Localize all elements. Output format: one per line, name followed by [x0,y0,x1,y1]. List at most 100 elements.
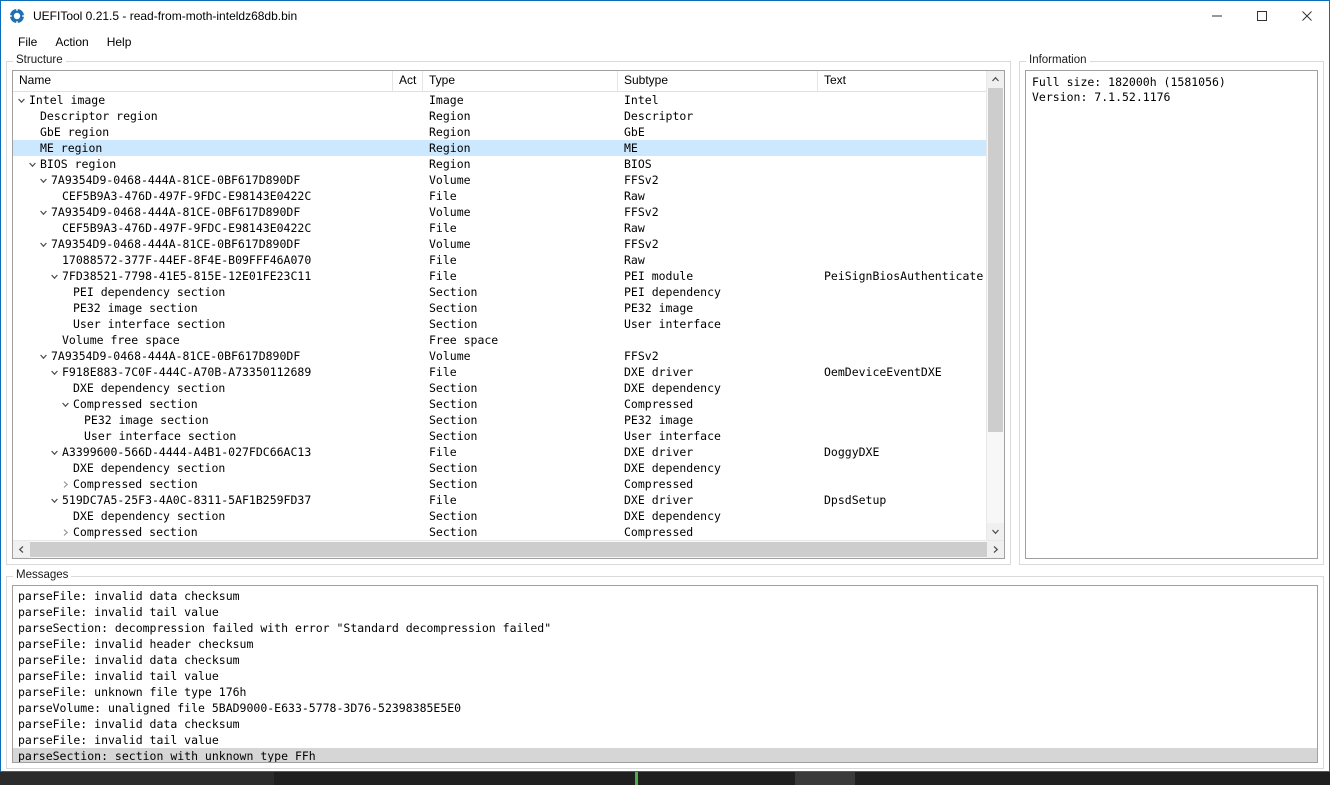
tree-vertical-scrollbar[interactable] [986,71,1004,540]
tree-row[interactable]: DXE dependency section Section DXE depende… [13,380,986,396]
information-textbox[interactable]: Full size: 182000h (1581056) Version: 7.1… [1025,70,1318,559]
tree-row-subtype-cell: Compressed [624,397,694,411]
message-row[interactable]: parseFile: invalid tail value [13,604,1317,620]
information-group-label: Information [1026,54,1090,66]
messages-list-container[interactable]: parseFile: invalid data checksum parseFil… [12,585,1318,763]
scroll-up-icon[interactable] [987,71,1004,88]
tree-row-type-cell: Section [429,413,478,427]
tree-row-name-cell: PE32 image section [13,412,393,428]
tree-row[interactable]: DXE dependency section Section DXE depende… [13,460,986,476]
tree-row[interactable]: 7A9354D9-0468-444A-81CE-0BF617D890DF Volu… [13,204,986,220]
tree-row[interactable]: 7A9354D9-0468-444A-81CE-0BF617D890DF Volu… [13,236,986,252]
tree-row[interactable]: PE32 image section Section PE32 image [13,412,986,428]
window-title: UEFITool 0.21.5 - read-from-moth-inteldz… [33,9,298,23]
tree-row-act-cell [393,172,423,188]
menu-item-action[interactable]: Action [46,33,97,51]
close-button[interactable] [1284,1,1329,31]
message-row[interactable]: parseFile: unknown file type 176h [13,684,1317,700]
tree-row-act-cell [393,204,423,220]
tree-row[interactable]: A3399600-566D-4444-A4B1-027FDC66AC13 File… [13,444,986,460]
tree-row[interactable]: 17088572-377F-44EF-8F4E-B09FFF46A070 File… [13,252,986,268]
chevron-down-icon[interactable] [27,160,38,169]
tree-main: Name Act Type Subtype Text Intel image Im… [13,71,986,540]
tree-row[interactable]: 7A9354D9-0468-444A-81CE-0BF617D890DF Volu… [13,348,986,364]
chevron-down-icon[interactable] [38,240,49,249]
column-header-type[interactable]: Type [423,71,618,91]
tree-row[interactable]: DXE dependency section Section DXE depende… [13,508,986,524]
message-row[interactable]: parseSection: section with unknown type … [13,748,1317,762]
column-header-name[interactable]: Name [13,71,393,91]
message-row[interactable]: parseFile: invalid data checksum [13,588,1317,604]
chevron-down-icon[interactable] [49,496,60,505]
chevron-down-icon[interactable] [38,176,49,185]
menu-item-file[interactable]: File [9,33,46,51]
messages-group-label: Messages [13,569,72,581]
chevron-down-icon[interactable] [49,448,60,457]
tree-row[interactable]: PEI dependency section Section PEI depende… [13,284,986,300]
tree-vscroll-thumb[interactable] [988,88,1003,432]
tree-row-act-cell [393,156,423,172]
tree-row[interactable]: Intel image Image Intel [13,92,986,108]
scroll-down-icon[interactable] [987,523,1004,540]
tree-row-subtype-cell: User interface [624,317,721,331]
tree-row[interactable]: Compressed section Section Compressed [13,524,986,540]
message-row[interactable]: parseVolume: unaligned file 5BAD9000-E63… [13,700,1317,716]
tree-row-name-cell: ME region [13,140,393,156]
tree-row[interactable]: Descriptor region Region Descriptor [13,108,986,124]
taskbar-segment-2 [635,772,638,785]
minimize-button[interactable] [1194,1,1239,31]
scroll-left-icon[interactable] [13,541,30,558]
tree-hscroll-thumb[interactable] [30,542,987,557]
tree-hscroll-track[interactable] [30,541,987,558]
chevron-down-icon[interactable] [16,96,27,105]
column-header-act[interactable]: Act [393,71,423,91]
tree-row-act-cell [393,508,423,524]
chevron-right-icon[interactable] [60,480,71,489]
tree-row-act-cell [393,444,423,460]
tree-row[interactable]: BIOS region Region BIOS [13,156,986,172]
tree-row[interactable]: GbE region Region GbE [13,124,986,140]
tree-row[interactable]: PE32 image section Section PE32 image [13,300,986,316]
tree-horizontal-scrollbar[interactable] [13,540,1004,558]
tree-row[interactable]: 7FD38521-7798-41E5-815E-12E01FE23C11 File… [13,268,986,284]
chevron-down-icon[interactable] [60,400,71,409]
tree-row[interactable]: CEF5B9A3-476D-497F-9FDC-E98143E0422C File… [13,220,986,236]
tree-row-act-cell [393,268,423,284]
message-row[interactable]: parseSection: decompression failed with … [13,620,1317,636]
tree-vscroll-track[interactable] [987,88,1004,523]
upper-panes: Structure Name Act Type Subtype Text Int… [6,52,1324,565]
tree-row[interactable]: F918E883-7C0F-444C-A70B-A73350112689 File… [13,364,986,380]
chevron-right-icon[interactable] [60,528,71,537]
tree-row[interactable]: Compressed section Section Compressed [13,476,986,492]
tree-row-act-cell [393,140,423,156]
chevron-down-icon[interactable] [38,208,49,217]
tree-row-act-cell [393,188,423,204]
message-row[interactable]: parseFile: invalid data checksum [13,716,1317,732]
column-header-subtype[interactable]: Subtype [618,71,818,91]
chevron-down-icon[interactable] [38,352,49,361]
tree-row[interactable]: Compressed section Section Compressed [13,396,986,412]
message-row[interactable]: parseFile: invalid tail value [13,732,1317,748]
scroll-right-icon[interactable] [987,541,1004,558]
tree-row[interactable]: User interface section Section User interf… [13,428,986,444]
message-row[interactable]: parseFile: invalid tail value [13,668,1317,684]
tree-row-text-cell [818,460,986,476]
menu-item-help[interactable]: Help [98,33,141,51]
tree-row-act-cell [393,412,423,428]
tree-row-type-cell: Section [429,317,478,331]
message-row[interactable]: parseFile: invalid header checksum [13,636,1317,652]
tree-row[interactable]: 519DC7A5-25F3-4A0C-8311-5AF1B259FD37 File… [13,492,986,508]
tree-row[interactable]: ME region Region ME [13,140,986,156]
chevron-down-icon[interactable] [49,368,60,377]
tree-row[interactable]: Volume free space Free space [13,332,986,348]
tree-row[interactable]: User interface section Section User interf… [13,316,986,332]
tree-row-type-cell: Volume [429,173,471,187]
maximize-button[interactable] [1239,1,1284,31]
message-row[interactable]: parseFile: invalid data checksum [13,652,1317,668]
tree-row-type-cell: Section [429,477,478,491]
chevron-down-icon[interactable] [49,272,60,281]
tree-row-text-cell [818,316,986,332]
tree-row[interactable]: 7A9354D9-0468-444A-81CE-0BF617D890DF Volu… [13,172,986,188]
tree-row[interactable]: CEF5B9A3-476D-497F-9FDC-E98143E0422C File… [13,188,986,204]
column-header-text[interactable]: Text [818,71,986,91]
